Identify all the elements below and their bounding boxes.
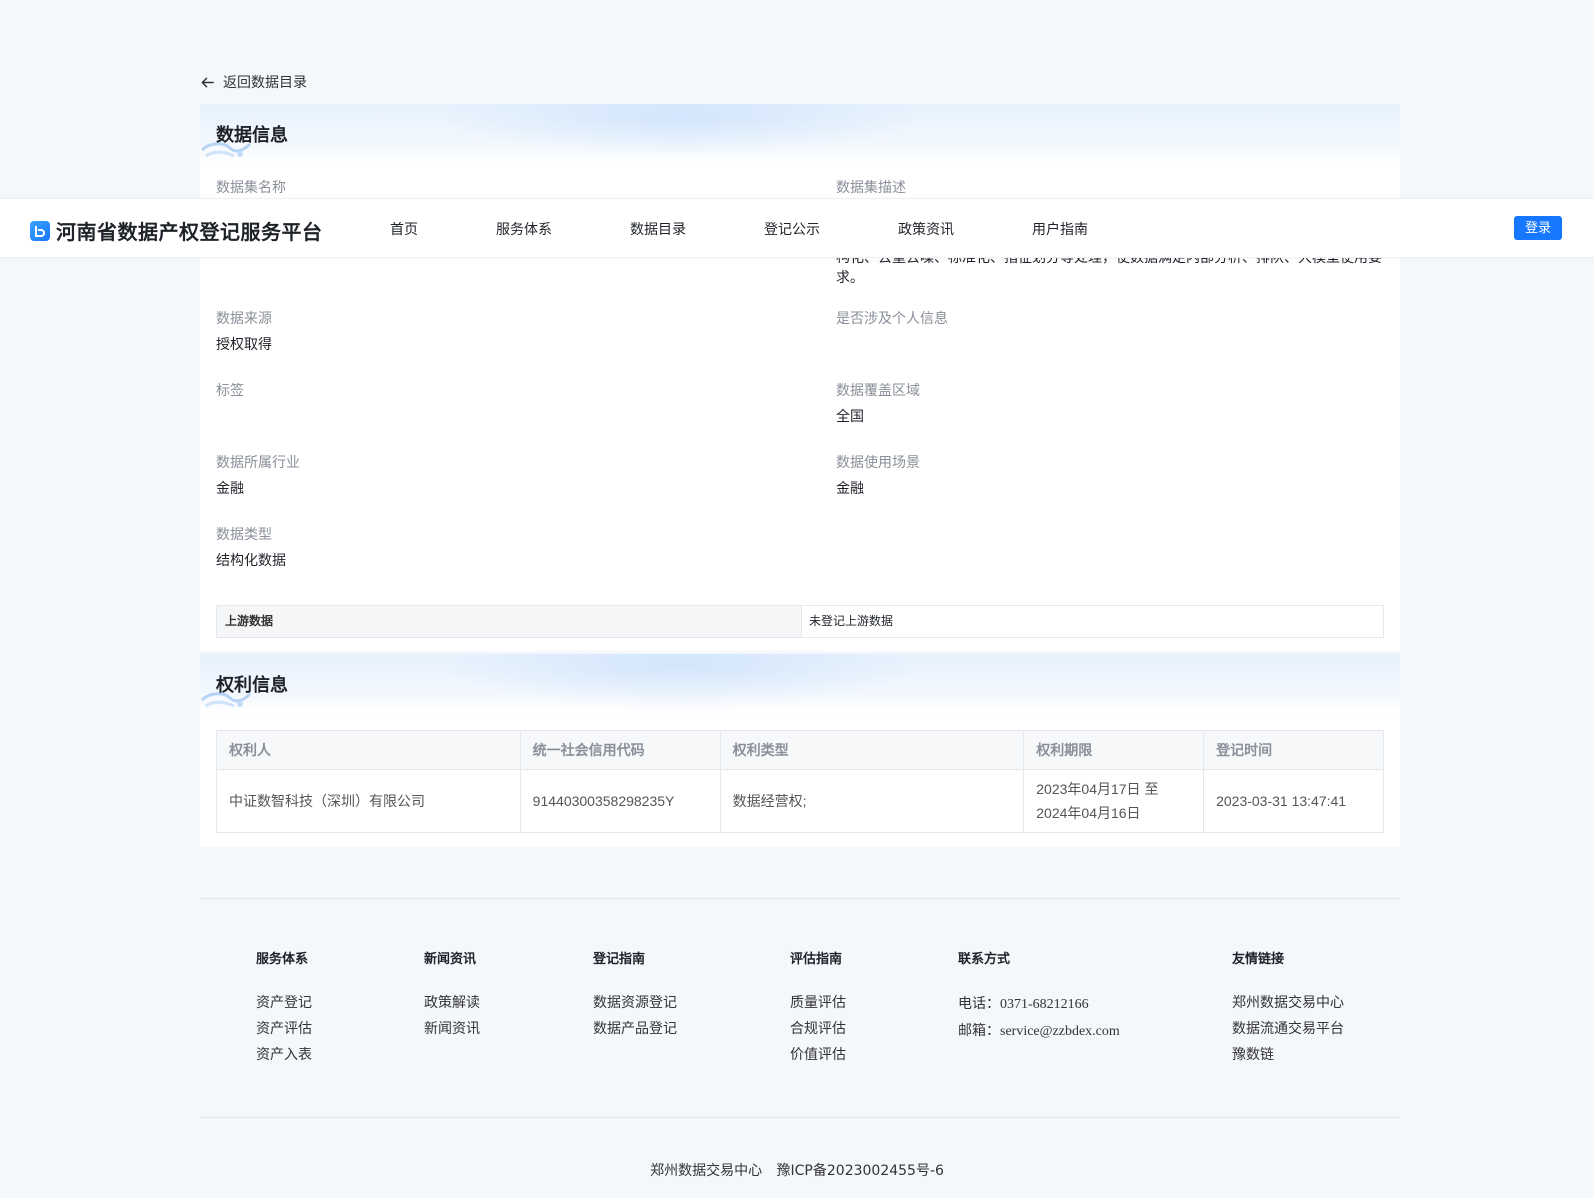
upstream-data-label: 上游数据 bbox=[217, 606, 802, 637]
personal-info-label: 是否涉及个人信息 bbox=[836, 311, 948, 327]
period-start: 2023年04月17日 至 bbox=[1036, 781, 1159, 797]
region-label: 数据覆盖区域 bbox=[836, 383, 920, 399]
top-navbar: 河南省数据产权登记服务平台 首页 服务体系 数据目录 登记公示 政策资讯 用户指… bbox=[0, 198, 1594, 258]
table-row: 中证数智科技（深圳）有限公司 91440300358298235Y 数据经营权;… bbox=[216, 769, 1384, 833]
upstream-data-value: 未登记上游数据 bbox=[809, 614, 894, 628]
nav-item-guide[interactable]: 用户指南 bbox=[1032, 219, 1088, 239]
platform-logo-icon bbox=[30, 220, 50, 241]
scenario-label: 数据使用场景 bbox=[836, 455, 920, 471]
region-field: 数据覆盖区域 全国 bbox=[836, 381, 920, 427]
nav-item-catalog[interactable]: 数据目录 bbox=[630, 219, 686, 239]
region-value: 全国 bbox=[836, 409, 864, 425]
section-title-rights-info: 权利信息 bbox=[216, 675, 288, 696]
data-info-header: 数据信息 bbox=[200, 104, 1400, 164]
footer-link[interactable]: 数据产品登记 bbox=[593, 1017, 677, 1043]
scenario-value: 金融 bbox=[836, 481, 864, 497]
footer-heading: 登记指南 bbox=[593, 952, 646, 967]
footer-heading: 评估指南 bbox=[790, 952, 843, 967]
source-label: 数据来源 bbox=[216, 311, 272, 327]
email-label: 邮箱： bbox=[958, 1023, 1000, 1039]
footer-link[interactable]: 资产评估 bbox=[256, 1017, 312, 1043]
industry-field: 数据所属行业 金融 bbox=[216, 453, 300, 499]
footer-link[interactable]: 郑州数据交易中心 bbox=[1232, 991, 1344, 1017]
industry-value: 金融 bbox=[216, 481, 244, 497]
footer-col-news: 新闻资讯 政策解读 新闻资讯 bbox=[424, 948, 480, 1043]
phone-label: 电话： bbox=[958, 996, 1000, 1012]
footer-divider bbox=[200, 898, 1400, 899]
arrow-left-icon bbox=[201, 77, 214, 87]
footer-col-services: 服务体系 资产登记 资产评估 资产入表 bbox=[256, 948, 312, 1069]
source-value: 授权取得 bbox=[216, 337, 272, 353]
brand[interactable]: 河南省数据产权登记服务平台 bbox=[30, 216, 323, 245]
copyright-bar: 郑州数据交易中心 豫ICP备2023002455号-6 bbox=[0, 1160, 1594, 1180]
phone-value: 0371-68212166 bbox=[1000, 997, 1089, 1012]
industry-label: 数据所属行业 bbox=[216, 455, 300, 471]
dataset-name-label: 数据集名称 bbox=[216, 180, 286, 196]
footer-link[interactable]: 资产登记 bbox=[256, 991, 312, 1017]
back-to-catalog-link[interactable]: 返回数据目录 bbox=[200, 72, 307, 92]
data-type-value: 结构化数据 bbox=[216, 553, 286, 569]
column-header: 登记时间 bbox=[1203, 730, 1384, 770]
registration-time-cell: 2023-03-31 13:47:41 bbox=[1203, 769, 1384, 833]
login-button[interactable]: 登录 bbox=[1514, 216, 1562, 240]
footer-link[interactable]: 合规评估 bbox=[790, 1017, 846, 1043]
dataset-desc-field: 数据集描述 bbox=[836, 178, 906, 198]
tags-label: 标签 bbox=[216, 383, 244, 399]
footer-link[interactable]: 价值评估 bbox=[790, 1043, 846, 1069]
footer-link[interactable]: 政策解读 bbox=[424, 991, 480, 1017]
column-header: 统一社会信用代码 bbox=[519, 730, 721, 770]
footer-link[interactable]: 数据资源登记 bbox=[593, 991, 677, 1017]
rights-table: 权利人 统一社会信用代码 权利类型 权利期限 登记时间 中证数智科技（深圳）有限… bbox=[216, 730, 1384, 833]
contact-email: 邮箱：service@zzbdex.com bbox=[958, 1018, 1120, 1045]
column-header: 权利类型 bbox=[719, 730, 1025, 770]
footer-link[interactable]: 新闻资讯 bbox=[424, 1017, 480, 1043]
tags-field: 标签 bbox=[216, 381, 244, 401]
footer-col-eval-guide: 评估指南 质量评估 合规评估 价值评估 bbox=[790, 948, 846, 1069]
nav-item-policy[interactable]: 政策资讯 bbox=[898, 219, 954, 239]
footer-heading: 联系方式 bbox=[958, 952, 1011, 967]
footer-heading: 服务体系 bbox=[256, 952, 309, 967]
rights-holder-cell: 中证数智科技（深圳）有限公司 bbox=[216, 769, 521, 833]
dataset-desc-label: 数据集描述 bbox=[836, 180, 906, 196]
footer-col-reg-guide: 登记指南 数据资源登记 数据产品登记 bbox=[593, 948, 677, 1043]
footer-heading: 友情链接 bbox=[1232, 952, 1285, 967]
copyright-org: 郑州数据交易中心 bbox=[650, 1163, 763, 1179]
data-type-label: 数据类型 bbox=[216, 527, 272, 543]
footer-divider bbox=[200, 1117, 1400, 1118]
nav-item-announcements[interactable]: 登记公示 bbox=[764, 219, 820, 239]
footer-col-contact: 联系方式 电话：0371-68212166 邮箱：service@zzbdex.… bbox=[958, 948, 1120, 1045]
icp-number[interactable]: 豫ICP备2023002455号-6 bbox=[777, 1163, 944, 1179]
right-period-cell: 2023年04月17日 至 2024年04月16日 bbox=[1023, 769, 1205, 833]
column-header: 权利人 bbox=[216, 730, 521, 770]
source-field: 数据来源 授权取得 bbox=[216, 309, 272, 355]
period-end: 2024年04月16日 bbox=[1036, 805, 1141, 821]
dataset-name-field: 数据集名称 bbox=[216, 178, 286, 198]
data-type-field: 数据类型 结构化数据 bbox=[216, 525, 286, 571]
scenario-field: 数据使用场景 金融 bbox=[836, 453, 920, 499]
brand-name: 河南省数据产权登记服务平台 bbox=[56, 220, 323, 244]
back-link-label: 返回数据目录 bbox=[223, 75, 307, 91]
footer-link[interactable]: 质量评估 bbox=[790, 991, 846, 1017]
nav-item-services[interactable]: 服务体系 bbox=[496, 219, 552, 239]
rights-info-card: 权利信息 权利人 统一社会信用代码 权利类型 权利期限 登记时间 中证数智科技（… bbox=[200, 654, 1400, 847]
footer-link[interactable]: 数据流通交易平台 bbox=[1232, 1017, 1344, 1043]
credit-code-cell: 91440300358298235Y bbox=[519, 769, 721, 833]
rights-info-header: 权利信息 bbox=[200, 654, 1400, 714]
upstream-data-table: 上游数据 未登记上游数据 bbox=[216, 605, 1384, 638]
personal-info-field: 是否涉及个人信息 bbox=[836, 309, 948, 329]
nav-item-home[interactable]: 首页 bbox=[390, 219, 418, 239]
table-header-row: 权利人 统一社会信用代码 权利类型 权利期限 登记时间 bbox=[216, 730, 1384, 770]
section-title-data-info: 数据信息 bbox=[216, 125, 288, 146]
contact-phone: 电话：0371-68212166 bbox=[958, 991, 1120, 1018]
footer-heading: 新闻资讯 bbox=[424, 952, 477, 967]
footer-link[interactable]: 豫数链 bbox=[1232, 1043, 1344, 1069]
column-header: 权利期限 bbox=[1023, 730, 1205, 770]
email-value[interactable]: service@zzbdex.com bbox=[1000, 1024, 1120, 1039]
footer-link[interactable]: 资产入表 bbox=[256, 1043, 312, 1069]
right-type-cell: 数据经营权; bbox=[719, 769, 1025, 833]
footer-col-links: 友情链接 郑州数据交易中心 数据流通交易平台 豫数链 bbox=[1232, 948, 1344, 1069]
data-info-card: 数据信息 数据集名称 数据集描述 构化、去重去噪、标准化、指征划分等处理，使数据… bbox=[200, 104, 1400, 651]
